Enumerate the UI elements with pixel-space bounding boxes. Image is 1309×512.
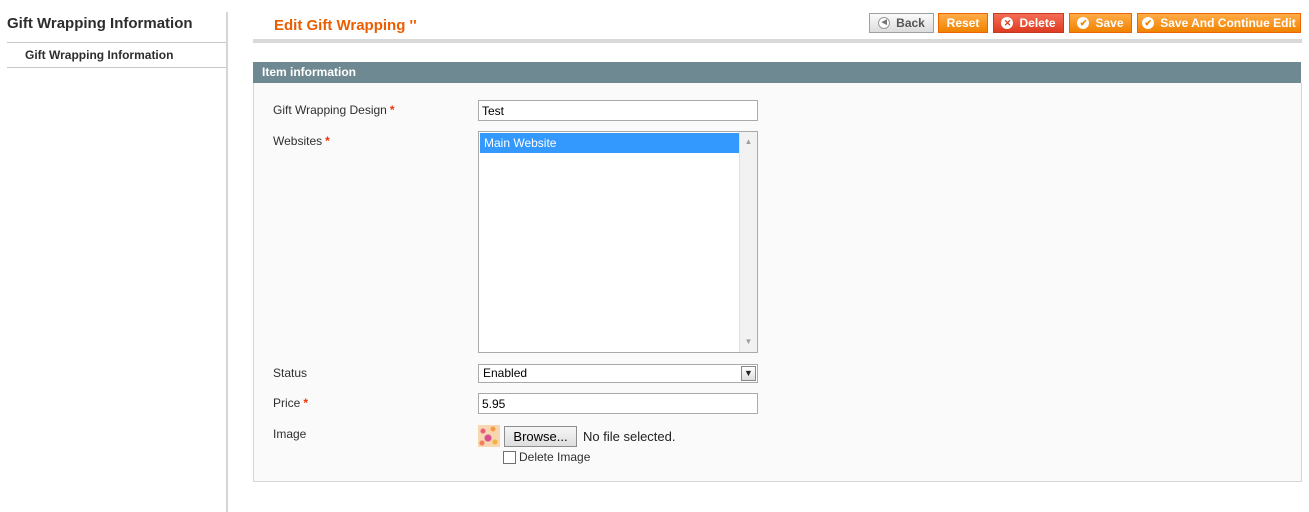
sidebar-divider <box>226 12 228 512</box>
save-and-continue-button[interactable]: ✔ Save And Continue Edit <box>1137 13 1301 33</box>
save-and-continue-label: Save And Continue Edit <box>1160 16 1296 30</box>
delete-image-checkbox[interactable] <box>503 451 516 464</box>
header-divider <box>253 39 1302 43</box>
status-select[interactable]: Enabled ▼ <box>478 364 758 383</box>
scroll-down-icon[interactable]: ▼ <box>740 334 757 350</box>
section-header: Item information <box>253 62 1301 83</box>
back-button[interactable]: ◀ Back <box>869 13 934 33</box>
websites-label: Websites * <box>273 134 330 148</box>
sidebar-title: Gift Wrapping Information <box>7 15 193 32</box>
save-button-label: Save <box>1095 16 1124 30</box>
delete-x-icon: ✕ <box>1001 17 1014 29</box>
delete-image-label: Delete Image <box>519 450 591 464</box>
websites-multiselect[interactable]: Main Website ▲ ▼ <box>478 131 758 353</box>
chevron-down-icon[interactable]: ▼ <box>741 366 756 381</box>
back-button-label: Back <box>896 16 925 30</box>
reset-button[interactable]: Reset <box>938 13 988 33</box>
websites-scrollbar[interactable]: ▲ ▼ <box>739 132 757 352</box>
browse-button[interactable]: Browse... <box>504 426 577 447</box>
scroll-up-icon[interactable]: ▲ <box>740 134 757 150</box>
design-label-text: Gift Wrapping Design <box>273 103 387 117</box>
sidebar-tab-gift-wrapping-information[interactable]: Gift Wrapping Information <box>25 48 173 62</box>
status-selected-value: Enabled <box>483 366 528 380</box>
item-information-fieldset <box>253 83 1302 482</box>
page-title: Edit Gift Wrapping '' <box>274 17 417 34</box>
sidebar: Gift Wrapping Information Gift Wrapping … <box>0 0 228 512</box>
required-marker: * <box>389 103 395 117</box>
delete-button-label: Delete <box>1019 16 1056 30</box>
status-label: Status <box>273 366 308 380</box>
save-button[interactable]: ✔ Save <box>1069 13 1132 33</box>
design-label: Gift Wrapping Design * <box>273 103 395 117</box>
price-label-text: Price <box>273 396 301 410</box>
image-label: Image <box>273 427 307 441</box>
websites-label-text: Websites <box>273 134 323 148</box>
back-arrow-icon: ◀ <box>878 17 891 29</box>
price-input[interactable] <box>478 393 758 414</box>
price-label: Price * <box>273 396 308 410</box>
delete-button[interactable]: ✕ Delete <box>993 13 1064 33</box>
required-marker: * <box>325 134 330 148</box>
required-marker: * <box>303 396 309 410</box>
checkmark-icon: ✔ <box>1077 17 1090 29</box>
image-thumbnail[interactable] <box>478 425 500 447</box>
checkmark-icon: ✔ <box>1142 17 1155 29</box>
reset-button-label: Reset <box>946 16 980 30</box>
file-status-text: No file selected. <box>583 429 676 444</box>
design-input[interactable] <box>478 100 758 121</box>
websites-option-main-website[interactable]: Main Website <box>480 133 740 153</box>
sidebar-tabs: Gift Wrapping Information <box>7 42 227 68</box>
